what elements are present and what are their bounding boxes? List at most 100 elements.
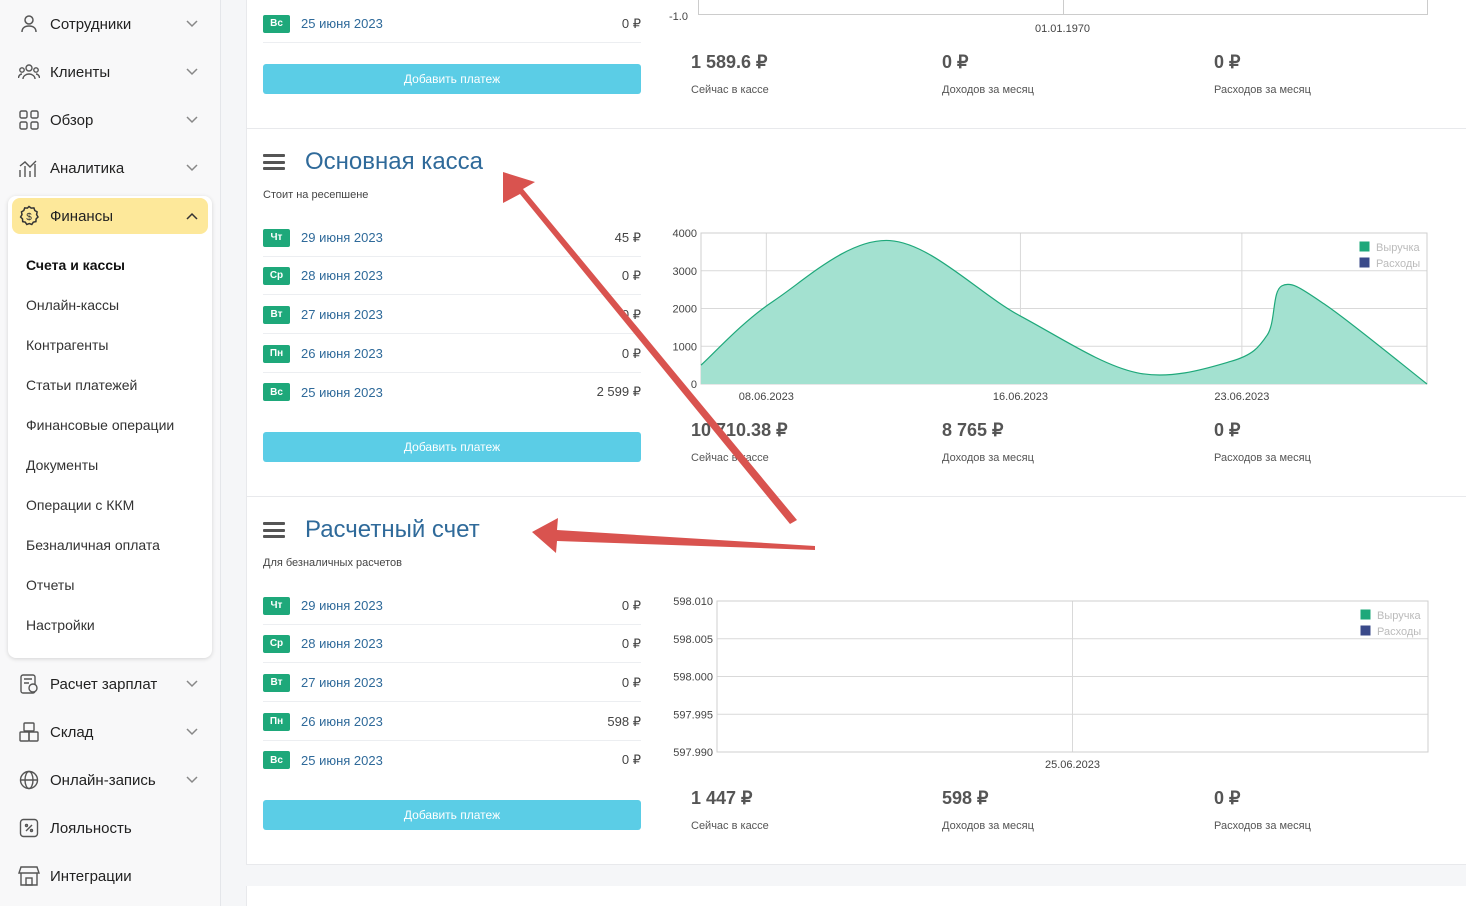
- row-date[interactable]: 26 июня 2023: [301, 714, 607, 729]
- submenu-settings[interactable]: Настройки: [26, 617, 95, 633]
- add-payment-button[interactable]: Добавить платеж: [263, 800, 641, 830]
- row-date[interactable]: 25 июня 2023: [301, 16, 622, 31]
- y-tick-label: 597.990: [673, 747, 713, 759]
- row-date[interactable]: 29 июня 2023: [301, 598, 622, 613]
- nav-integrations[interactable]: Интеграции: [12, 858, 208, 894]
- menu-icon[interactable]: [263, 154, 285, 170]
- sidebar: Сотрудники Клиенты Обзор Аналитика Счета…: [0, 0, 221, 906]
- submenu-reports[interactable]: Отчеты: [26, 577, 74, 593]
- payment-row[interactable]: Вс 25 июня 2023 0 ₽: [263, 5, 641, 43]
- chart-frame: [698, 0, 1428, 15]
- row-amount: 0 ₽: [621, 15, 641, 31]
- stat-balance: 1 447 ₽: [691, 788, 753, 808]
- add-payment-button[interactable]: Добавить платеж: [263, 64, 641, 94]
- y-tick-label: 1000: [673, 341, 697, 353]
- weekday-badge: Вт: [263, 305, 290, 324]
- submenu-cashless[interactable]: Безналичная оплата: [26, 537, 160, 553]
- finance-submenu: Счета и кассы Онлайн-кассы Контрагенты С…: [8, 196, 212, 658]
- submenu-kkm-operations[interactable]: Операции с ККМ: [26, 497, 134, 513]
- menu-icon[interactable]: [263, 522, 285, 538]
- payment-row[interactable]: Ср 28 июня 2023 0 ₽: [263, 625, 641, 663]
- nav-payroll[interactable]: Расчет зарплат: [12, 666, 208, 702]
- nav-label: Клиенты: [50, 63, 111, 81]
- stat-expense: 0 ₽: [1214, 52, 1241, 72]
- submenu-contractors[interactable]: Контрагенты: [26, 337, 108, 353]
- row-amount: 0 ₽: [621, 752, 641, 767]
- stat-income-label: Доходов за месяц: [942, 84, 1034, 96]
- account-subtitle: Для безналичных расчетов: [263, 557, 402, 569]
- submenu-fin-operations[interactable]: Финансовые операции: [26, 417, 174, 433]
- nav-label: Лояльность: [50, 819, 132, 837]
- payment-row[interactable]: Пн 26 июня 2023 598 ₽: [263, 703, 641, 741]
- dollar-coin-icon: $: [18, 205, 40, 227]
- stat-balance-label: Сейчас в кассе: [691, 452, 769, 464]
- add-payment-button[interactable]: Добавить платеж: [263, 432, 641, 462]
- nav-label: Финансы: [50, 207, 113, 225]
- row-date[interactable]: 25 июня 2023: [301, 753, 622, 768]
- payment-row[interactable]: Вс 25 июня 2023 0 ₽: [263, 741, 641, 779]
- row-date[interactable]: 29 июня 2023: [301, 230, 615, 245]
- nav-online-booking[interactable]: Онлайн-запись: [12, 762, 208, 798]
- legend-swatch-expenses: [1359, 624, 1372, 637]
- nav-employees[interactable]: Сотрудники: [12, 6, 208, 42]
- chevron-down-icon: [186, 728, 198, 736]
- y-tick-label: 0: [691, 379, 697, 391]
- row-date[interactable]: 27 июня 2023: [301, 675, 622, 690]
- nav-analytics[interactable]: Аналитика: [12, 150, 208, 186]
- stat-balance-label: Сейчас в кассе: [691, 820, 769, 832]
- nav-loyalty[interactable]: Лояльность: [12, 810, 208, 846]
- weekday-badge: Вс: [263, 383, 290, 401]
- payment-row[interactable]: Вт 27 июня 2023 0 ₽: [263, 664, 641, 702]
- x-tick-label: 08.06.2023: [739, 391, 794, 403]
- weekday-badge: Вт: [263, 673, 290, 692]
- discount-icon: [18, 817, 40, 839]
- row-date[interactable]: 28 июня 2023: [301, 636, 622, 651]
- chevron-down-icon: [186, 20, 198, 28]
- main-content: Вс 25 июня 2023 0 ₽ Добавить платеж -1.0…: [246, 0, 1466, 906]
- stat-income: 8 765 ₽: [942, 420, 1004, 440]
- account-title[interactable]: Основная касса: [305, 148, 483, 176]
- nav-label: Аналитика: [50, 159, 125, 177]
- nav-finance[interactable]: $ Финансы: [12, 198, 208, 234]
- payment-row[interactable]: Чт 29 июня 2023 45 ₽: [263, 219, 641, 257]
- nav-label: Онлайн-запись: [50, 771, 156, 789]
- stat-expense-label: Расходов за месяц: [1214, 84, 1311, 96]
- weekday-badge: Пн: [263, 344, 290, 363]
- stat-expense-label: Расходов за месяц: [1214, 452, 1311, 464]
- row-date[interactable]: 28 июня 2023: [301, 268, 622, 283]
- weekday-badge: Чт: [263, 596, 290, 615]
- payment-row[interactable]: Пн 26 июня 2023 0 ₽: [263, 335, 641, 373]
- submenu-online-kassy[interactable]: Онлайн-кассы: [26, 297, 119, 313]
- stat-income: 598 ₽: [942, 788, 989, 808]
- nav-warehouse[interactable]: Склад: [12, 714, 208, 750]
- submenu-documents[interactable]: Документы: [26, 457, 98, 473]
- payment-row[interactable]: Вс 25 июня 2023 2 599 ₽: [263, 373, 641, 411]
- store-icon: [18, 865, 40, 887]
- payment-row[interactable]: Вт 27 июня 2023 0 ₽: [263, 296, 641, 334]
- svg-text:$: $: [26, 212, 32, 223]
- stat-income-label: Доходов за месяц: [942, 820, 1034, 832]
- nav-clients[interactable]: Клиенты: [12, 54, 208, 90]
- row-amount: 598 ₽: [607, 713, 641, 729]
- y-tick-label: 2000: [673, 304, 697, 316]
- nav-overview[interactable]: Обзор: [12, 102, 208, 138]
- legend-label: Расходы: [1376, 258, 1420, 270]
- analytics-icon: [18, 157, 40, 179]
- weekday-badge: Вс: [263, 14, 290, 33]
- row-amount: 0 ₽: [621, 674, 641, 690]
- user-icon: [18, 13, 40, 35]
- payroll-icon: [18, 673, 40, 695]
- row-date[interactable]: 25 июня 2023: [301, 385, 597, 400]
- row-date[interactable]: 27 июня 2023: [301, 307, 622, 322]
- submenu-accounts[interactable]: Счета и кассы: [26, 257, 125, 273]
- row-date[interactable]: 26 июня 2023: [301, 346, 622, 361]
- legend-label: Выручка: [1377, 610, 1422, 622]
- account-subtitle: Стоит на ресепшене: [263, 189, 369, 201]
- y-tick-label: 598.000: [673, 672, 713, 684]
- payment-row[interactable]: Ср 28 июня 2023 0 ₽: [263, 257, 641, 295]
- dashboard-icon: [18, 109, 40, 131]
- account-title[interactable]: Расчетный счет: [305, 516, 480, 544]
- row-amount: 45 ₽: [614, 229, 641, 245]
- payment-row[interactable]: Чт 29 июня 2023 0 ₽: [263, 587, 641, 625]
- submenu-payment-items[interactable]: Статьи платежей: [26, 377, 137, 393]
